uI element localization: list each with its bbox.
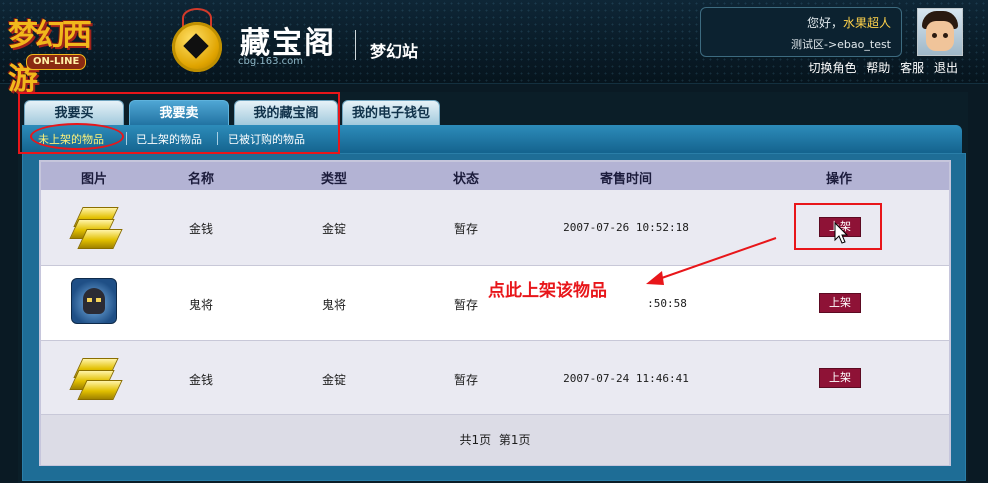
mouse-cursor-icon bbox=[834, 222, 849, 244]
